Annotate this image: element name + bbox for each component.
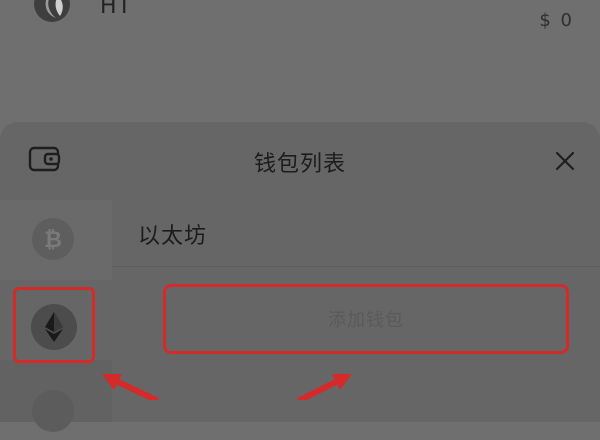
coin-name: HT	[100, 0, 132, 19]
bitcoin-icon: ₿	[32, 218, 74, 260]
chain-icon	[32, 390, 74, 432]
close-icon[interactable]	[552, 148, 578, 174]
selected-chain-name: 以太坊	[138, 224, 208, 249]
sheet-title: 钱包列表	[253, 152, 346, 177]
ht-coin-icon	[34, 0, 70, 22]
sheet-header: 钱包列表	[0, 122, 600, 198]
coin-balance: $ 0	[539, 10, 574, 31]
annotation-arrow-left	[102, 374, 159, 400]
chain-item-bitcoin[interactable]: ₿	[0, 200, 112, 280]
svg-text:₿: ₿	[44, 228, 62, 253]
add-wallet-button[interactable]: 添加钱包	[163, 284, 569, 354]
divider	[112, 266, 600, 267]
ethereum-highlight-box	[13, 287, 95, 363]
background-coin-row[interactable]: HT $ 0	[0, 0, 600, 60]
annotation-arrow-right	[297, 374, 352, 400]
